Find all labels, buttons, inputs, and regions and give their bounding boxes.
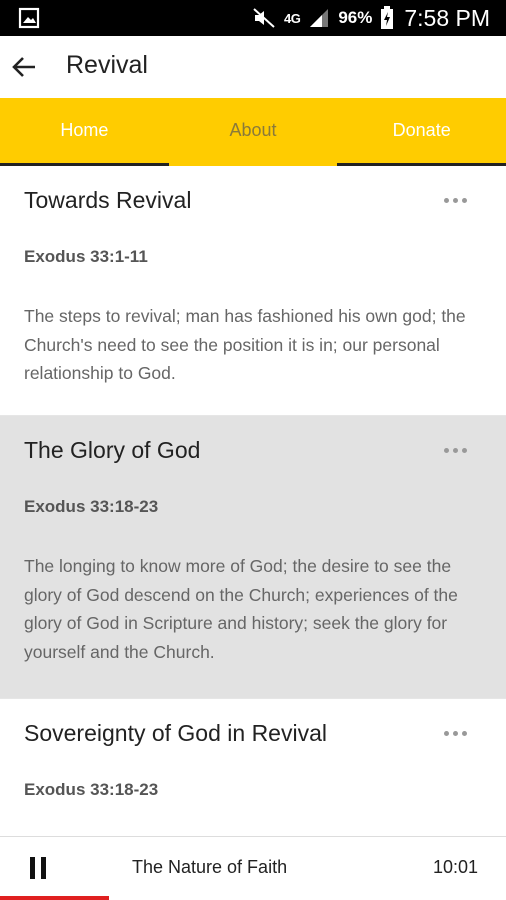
arrow-left-icon[interactable] — [10, 53, 38, 81]
mini-player[interactable]: The Nature of Faith 10:01 — [0, 836, 506, 900]
sermon-description: The longing to know more of God; the des… — [24, 556, 458, 662]
mute-icon — [253, 8, 275, 28]
progress-bar[interactable] — [0, 896, 506, 900]
sermon-title: Towards Revival — [24, 187, 192, 213]
tab-bar: Home About Donate — [0, 98, 506, 166]
network-type: 4G — [283, 10, 301, 26]
signal-icon — [310, 9, 329, 27]
sermon-title: Sovereignty of God in Revival — [24, 720, 327, 746]
more-options-icon[interactable] — [444, 190, 472, 203]
scripture-reference: Exodus 33:1-11 — [24, 247, 148, 266]
tab-label: About — [229, 120, 277, 140]
now-playing-title: The Nature of Faith — [132, 857, 288, 877]
list-item[interactable]: Sovereignty of God in Revival Exodus 33:… — [0, 699, 506, 836]
list-item[interactable]: The Glory of God Exodus 33:18-23 The lon… — [0, 416, 506, 699]
app-bar: Revival — [0, 36, 506, 98]
status-bar: 4G 96% 7:58 PM — [0, 0, 506, 36]
tab-label: Donate — [392, 120, 451, 140]
scripture-reference: Exodus 33:18-23 — [24, 780, 159, 799]
image-icon — [18, 7, 40, 29]
tab-about[interactable]: About — [168, 98, 338, 166]
sermon-description: The steps to revival; man has fashioned … — [24, 306, 466, 383]
pause-icon[interactable] — [28, 857, 48, 879]
tab-donate[interactable]: Donate — [337, 98, 506, 166]
clock: 7:58 PM — [404, 4, 490, 31]
tab-label: Home — [60, 120, 109, 140]
page-title: Revival — [66, 51, 148, 79]
more-options-icon[interactable] — [444, 723, 472, 736]
playback-time: 10:01 — [432, 857, 478, 877]
sermon-title: The Glory of God — [24, 437, 201, 463]
scripture-reference: Exodus 33:18-23 — [24, 497, 159, 516]
battery-percent: 96% — [338, 8, 373, 27]
battery-icon — [381, 6, 394, 29]
list-item[interactable]: Towards Revival Exodus 33:1-11 The steps… — [0, 166, 506, 416]
tab-home[interactable]: Home — [0, 98, 169, 166]
sermon-list: Towards Revival Exodus 33:1-11 The steps… — [0, 166, 506, 836]
more-options-icon[interactable] — [444, 440, 472, 453]
progress-fill — [0, 896, 109, 900]
